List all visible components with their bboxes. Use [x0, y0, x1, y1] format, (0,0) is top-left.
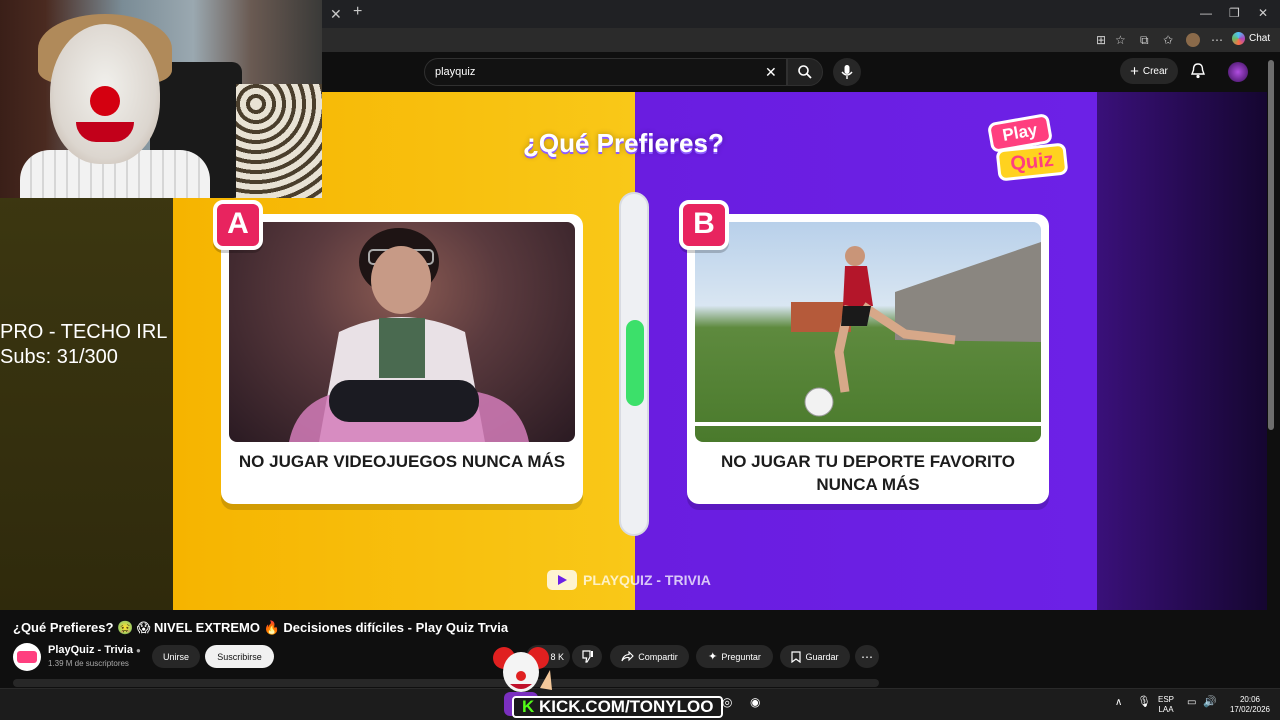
gamer-illustration [289, 228, 529, 442]
more-icon: ⋯ [861, 649, 873, 664]
channel-name-text[interactable]: PlayQuiz - Trivia [48, 644, 133, 656]
option-b-card: NO JUGAR TU DEPORTE FAVORITO NUNCA MÁS [687, 214, 1049, 504]
overlay-line-2: Subs: 31/300 [0, 346, 118, 368]
language-code: ESP [1158, 695, 1175, 704]
notifications-bell-icon[interactable] [1190, 62, 1206, 80]
watermark-text: PLAYQUIZ - TRIVIA [583, 572, 711, 588]
option-a-image [229, 222, 575, 442]
youtube-play-icon [547, 570, 577, 590]
option-b-badge: B [679, 200, 729, 250]
kick-k-icon: K [522, 697, 535, 716]
extensions-icon[interactable]: ⧉ [1140, 33, 1149, 48]
window-close-icon[interactable]: ✕ [1258, 6, 1268, 20]
clown-nose [90, 86, 120, 116]
save-button[interactable]: Guardar [780, 645, 850, 668]
more-menu-icon[interactable]: ⋯ [1211, 33, 1223, 47]
football-illustration [695, 242, 1041, 426]
favorite-star-icon[interactable]: ☆ [1115, 33, 1126, 47]
page-scrollbar[interactable] [1268, 60, 1274, 430]
option-b-image [695, 222, 1041, 442]
clear-search-icon[interactable]: ✕ [765, 64, 777, 81]
channel-avatar[interactable] [13, 643, 41, 671]
create-button[interactable]: + Crear [1120, 58, 1178, 84]
logo-quiz-text: Quiz [995, 142, 1069, 182]
voice-search-button[interactable] [833, 58, 861, 86]
background-bed [236, 84, 322, 198]
kick-overlay: K KICK.COM/TONYLOO [490, 640, 770, 720]
subscriber-count: 1.39 M de suscriptores [48, 659, 129, 668]
new-tab-icon[interactable]: + [353, 3, 362, 21]
kick-url-text: KICK.COM/TONYLOO [539, 697, 714, 716]
option-a-caption: NO JUGAR VIDEOJUEGOS NUNCA MÁS [238, 452, 566, 471]
user-avatar[interactable] [1228, 62, 1248, 82]
channel-name[interactable]: PlayQuiz - Trivia ● [48, 644, 141, 656]
clock-time: 20:06 [1239, 695, 1261, 704]
video-right-margin [1097, 92, 1267, 610]
join-label: Unirse [162, 651, 189, 662]
question-title: ¿Qué Prefieres? [523, 128, 724, 158]
restore-icon[interactable]: ❐ [1229, 6, 1240, 20]
more-actions-button[interactable]: ⋯ [855, 645, 879, 668]
option-b-caption: NO JUGAR TU DEPORTE FAVORITO NUNCA MÁS [720, 452, 1016, 494]
save-label: Guardar [805, 651, 839, 662]
volume-icon[interactable]: 🔊 [1203, 697, 1217, 708]
favorites-icon[interactable]: ✩ [1163, 33, 1173, 47]
overlay-line-1: PRO - TECHO IRL [0, 321, 168, 343]
tray-expand-icon[interactable]: ∧ [1115, 698, 1122, 708]
kick-url: K KICK.COM/TONYLOO [512, 696, 724, 718]
search-input[interactable]: playquiz ✕ [424, 58, 787, 86]
profile-avatar-icon[interactable] [1186, 33, 1200, 47]
search-query[interactable]: playquiz [435, 66, 475, 78]
option-a-badge: A [213, 200, 263, 250]
video-title: ¿Qué Prefieres? 🤢 😱 NIVEL EXTREMO 🔥 Deci… [13, 620, 509, 635]
channel-watermark: PLAYQUIZ - TRIVIA [547, 570, 711, 590]
network-icon[interactable]: ▭ [1187, 698, 1196, 708]
webcam-feed [0, 0, 322, 198]
screen: ✕ + — ❐ ✕ ⊞ ☆ ⧉ ✩ ⋯ Chat playquiz ✕ + Cr… [0, 0, 1280, 720]
vote-meter [619, 192, 649, 536]
chat-label: Chat [1249, 33, 1271, 44]
microphone-tray-icon[interactable]: 🎙 [1137, 697, 1151, 708]
keyboard-layout: LAA [1158, 705, 1174, 714]
subscribe-label: Suscribirse [217, 651, 262, 662]
vote-meter-fill [626, 320, 644, 406]
plus-icon: + [1130, 62, 1139, 80]
close-tab-icon[interactable]: ✕ [330, 6, 342, 23]
copilot-chat-button[interactable]: Chat [1232, 32, 1270, 45]
verified-icon: ● [136, 646, 141, 655]
create-label: Crear [1142, 65, 1168, 77]
minimize-icon[interactable]: — [1200, 6, 1212, 20]
join-button[interactable]: Unirse [152, 645, 200, 668]
bookmark-icon [791, 650, 802, 663]
microphone-icon [841, 65, 853, 79]
clock[interactable]: 20:06 17/02/2026 [1226, 695, 1274, 715]
copilot-icon [1232, 32, 1245, 45]
search-button[interactable] [787, 58, 823, 86]
search-icon [798, 65, 812, 79]
subscribe-button[interactable]: Suscribirse [205, 645, 274, 668]
apps-icon[interactable]: ⊞ [1096, 33, 1106, 47]
option-a-card: NO JUGAR VIDEOJUEGOS NUNCA MÁS [221, 214, 583, 504]
playquiz-logo: Play Quiz [981, 112, 1071, 182]
clock-date: 17/02/2026 [1229, 705, 1271, 714]
input-language[interactable]: ESP LAA [1158, 695, 1174, 715]
